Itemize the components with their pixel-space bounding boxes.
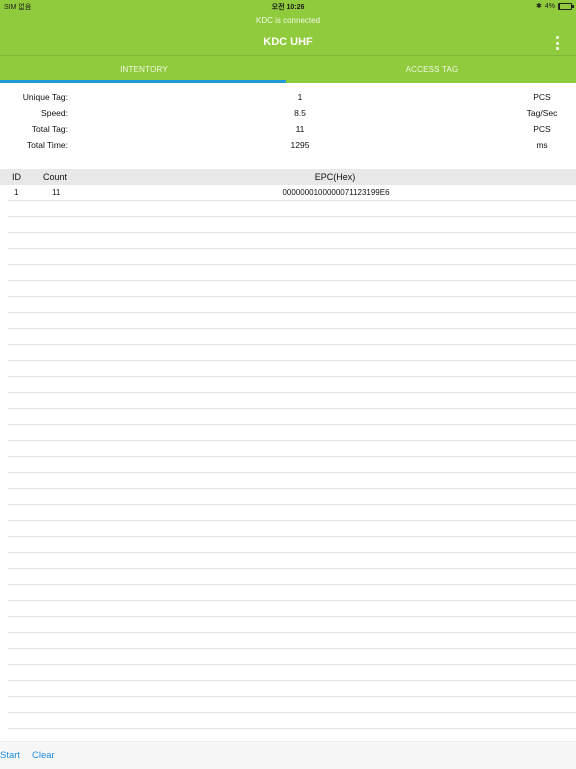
column-header-epc: EPC(Hex) <box>300 169 370 185</box>
table-row[interactable] <box>8 633 576 649</box>
table-row[interactable] <box>8 569 576 585</box>
table-row[interactable] <box>8 473 576 489</box>
stat-label: Unique Tag: <box>23 92 68 102</box>
table-row[interactable] <box>8 201 576 217</box>
bottom-toolbar: Start Clear <box>0 741 576 769</box>
stat-unit: ms <box>520 140 564 150</box>
table-row[interactable] <box>8 585 576 601</box>
stat-row-total-time: Total Time: 1295 ms <box>0 140 576 156</box>
stat-row-total-tag: Total Tag: 11 PCS <box>0 124 576 140</box>
cell-id: 1 <box>14 185 18 201</box>
stat-value: 11 <box>200 124 400 134</box>
table-row[interactable] <box>8 649 576 665</box>
table-row[interactable] <box>8 297 576 313</box>
column-header-id: ID <box>12 169 21 185</box>
table-header: ID Count EPC(Hex) <box>0 169 576 185</box>
table-row[interactable] <box>8 361 576 377</box>
stat-label: Total Tag: <box>32 124 68 134</box>
cell-epc: 0000000100000071123199E6 <box>236 185 436 201</box>
table-row[interactable] <box>8 281 576 297</box>
tab-inventory[interactable]: INTENTORY <box>0 56 288 83</box>
table-row[interactable] <box>8 393 576 409</box>
stat-value: 1 <box>200 92 400 102</box>
clock: 오전 10:26 <box>0 2 576 12</box>
table-row[interactable] <box>8 249 576 265</box>
page-title: KDC UHF <box>0 36 576 48</box>
stat-value: 8.5 <box>200 108 400 118</box>
table-row[interactable] <box>8 713 576 729</box>
table-row[interactable] <box>8 601 576 617</box>
status-right: ✱ 4% <box>536 2 572 10</box>
table-row[interactable] <box>8 697 576 713</box>
stat-unit: PCS <box>520 92 564 102</box>
clear-button[interactable]: Clear <box>32 742 55 769</box>
table-row[interactable] <box>8 681 576 697</box>
table-row[interactable] <box>8 377 576 393</box>
table-row[interactable] <box>8 233 576 249</box>
more-vertical-icon[interactable] <box>554 36 560 50</box>
stat-label: Speed: <box>41 108 68 118</box>
table-row[interactable] <box>8 553 576 569</box>
stat-row-speed: Speed: 8.5 Tag/Sec <box>0 108 576 124</box>
stat-label: Total Time: <box>27 140 68 150</box>
table-row[interactable] <box>8 617 576 633</box>
table-row[interactable] <box>8 441 576 457</box>
cell-count: 11 <box>52 185 60 201</box>
table-row[interactable] <box>8 217 576 233</box>
column-header-count: Count <box>43 169 67 185</box>
table-row[interactable] <box>8 265 576 281</box>
stat-unit: PCS <box>520 124 564 134</box>
table-row[interactable] <box>8 521 576 537</box>
table-row[interactable] <box>8 345 576 361</box>
table-row[interactable]: 1110000000100000071123199E6 <box>8 185 576 201</box>
battery-icon <box>558 3 572 10</box>
stat-row-unique-tag: Unique Tag: 1 PCS <box>0 92 576 108</box>
table-row[interactable] <box>8 537 576 553</box>
status-bar: SIM 없음 오전 10:26 ✱ 4% <box>0 0 576 12</box>
table-row[interactable] <box>8 489 576 505</box>
app-header: SIM 없음 오전 10:26 ✱ 4% KDC is connected KD… <box>0 0 576 83</box>
table-row[interactable] <box>8 457 576 473</box>
stat-unit: Tag/Sec <box>520 108 564 118</box>
start-button[interactable]: Start <box>0 742 20 769</box>
table-row[interactable] <box>8 505 576 521</box>
table-row[interactable] <box>8 313 576 329</box>
table-row[interactable] <box>8 329 576 345</box>
stat-value: 1295 <box>200 140 400 150</box>
table-row[interactable] <box>8 425 576 441</box>
table-row[interactable] <box>8 409 576 425</box>
bluetooth-icon: ✱ <box>536 2 542 10</box>
connection-status: KDC is connected <box>0 16 576 25</box>
battery-percent: 4% <box>545 3 555 10</box>
table-row[interactable] <box>8 665 576 681</box>
tag-list[interactable]: 1110000000100000071123199E6 <box>8 185 576 730</box>
active-tab-indicator <box>0 80 286 83</box>
tab-access-tag[interactable]: ACCESS TAG <box>288 56 576 83</box>
